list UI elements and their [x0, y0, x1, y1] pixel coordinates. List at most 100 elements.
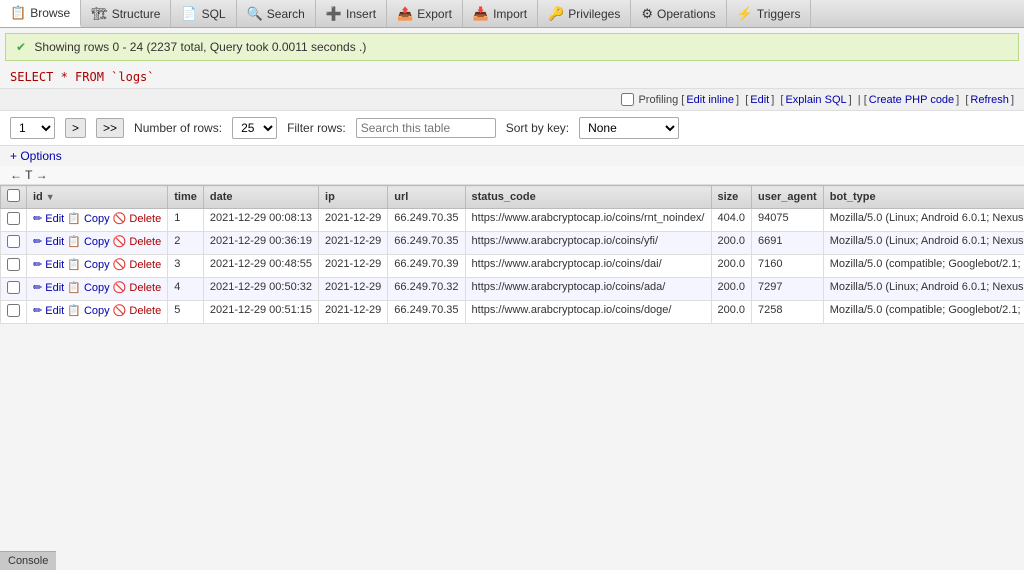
nav-import[interactable]: 📥 Import — [463, 0, 538, 27]
table-header-row: id▼ time date ip url status_code size us… — [1, 186, 1024, 209]
cell-url: https://www.arabcryptocap.io/coins/yfi/ — [465, 232, 711, 255]
cell-time: 2021-12-29 00:51:15 — [203, 301, 318, 324]
explain-sql-link[interactable]: Explain SQL — [785, 94, 846, 106]
edit-button[interactable]: ✏ Edit — [33, 212, 64, 225]
cell-date: 2021-12-29 — [319, 209, 388, 232]
table-row: ✏ Edit 📋 Copy 🚫 Delete 22021-12-29 00:36… — [1, 232, 1024, 255]
rows-label: Number of rows: — [134, 121, 222, 135]
header-id[interactable]: id▼ — [27, 186, 168, 209]
row-checkbox[interactable] — [7, 304, 20, 317]
nav-insert[interactable]: ➕ Insert — [316, 0, 387, 27]
row-actions: ✏ Edit 📋 Copy 🚫 Delete — [27, 278, 168, 301]
nav-structure[interactable]: 🏗 Structure — [81, 0, 171, 27]
sort-arrow-id: ▼ — [46, 192, 55, 202]
edit-button[interactable]: ✏ Edit — [33, 304, 64, 317]
cell-date: 2021-12-29 — [319, 255, 388, 278]
cell-url: https://www.arabcryptocap.io/coins/dai/ — [465, 255, 711, 278]
nav-privileges[interactable]: 🔑 Privileges — [538, 0, 631, 27]
header-size[interactable]: size — [711, 186, 752, 209]
delete-button[interactable]: 🚫 Delete — [113, 212, 162, 225]
row-checkbox[interactable] — [7, 235, 20, 248]
profiling-checkbox[interactable] — [621, 93, 634, 106]
delete-button[interactable]: 🚫 Delete — [113, 281, 162, 294]
edit-button[interactable]: ✏ Edit — [33, 235, 64, 248]
cell-user_agent: Mozilla/5.0 (Linux; Android 6.0.1; Nexus… — [823, 209, 1024, 232]
page-forward-btn[interactable]: > — [65, 118, 86, 138]
page-fast-forward-btn[interactable]: >> — [96, 118, 124, 138]
table-row: ✏ Edit 📋 Copy 🚫 Delete 32021-12-29 00:48… — [1, 255, 1024, 278]
cell-id: 1 — [168, 209, 204, 232]
cell-status_code: 200.0 — [711, 232, 752, 255]
header-url[interactable]: url — [388, 186, 465, 209]
cell-id: 2 — [168, 232, 204, 255]
cell-url: https://www.arabcryptocap.io/coins/ada/ — [465, 278, 711, 301]
edit-link[interactable]: Edit — [750, 94, 769, 106]
edit-inline-link[interactable]: Edit inline — [686, 94, 734, 106]
operations-icon: ⚙ — [641, 6, 653, 22]
nav-sql[interactable]: 📄 SQL — [171, 0, 236, 27]
cell-time: 2021-12-29 00:48:55 — [203, 255, 318, 278]
cell-size: 7258 — [752, 301, 824, 324]
left-arrow-icon: ← T → — [10, 168, 48, 182]
cell-time: 2021-12-29 00:50:32 — [203, 278, 318, 301]
insert-icon: ➕ — [326, 6, 342, 22]
cell-size: 94075 — [752, 209, 824, 232]
console-bar[interactable]: Console — [0, 551, 56, 570]
cell-status_code: 200.0 — [711, 255, 752, 278]
row-checkbox[interactable] — [7, 212, 20, 225]
copy-button[interactable]: 📋 Copy — [67, 258, 109, 271]
select-all-checkbox[interactable] — [7, 189, 20, 202]
header-ip[interactable]: ip — [319, 186, 388, 209]
nav-operations[interactable]: ⚙ Operations — [631, 0, 726, 27]
refresh-link[interactable]: Refresh — [970, 94, 1009, 106]
check-icon: ✔ — [16, 40, 26, 54]
cell-date: 2021-12-29 — [319, 232, 388, 255]
cell-status_code: 200.0 — [711, 301, 752, 324]
create-php-link[interactable]: Create PHP code — [869, 94, 954, 106]
header-user-agent[interactable]: user_agent — [752, 186, 824, 209]
rows-select[interactable]: 25 50 100 — [232, 117, 277, 139]
delete-button[interactable]: 🚫 Delete — [113, 258, 162, 271]
table-row: ✏ Edit 📋 Copy 🚫 Delete 12021-12-29 00:08… — [1, 209, 1024, 232]
cell-id: 4 — [168, 278, 204, 301]
sort-label: Sort by key: — [506, 121, 569, 135]
options-toggle[interactable]: + Options — [0, 146, 1024, 166]
filter-input[interactable] — [356, 118, 496, 138]
triggers-icon: ⚡ — [737, 6, 753, 22]
nav-export[interactable]: 📤 Export — [387, 0, 463, 27]
cell-ip: 66.249.70.32 — [388, 278, 465, 301]
nav-triggers[interactable]: ⚡ Triggers — [727, 0, 812, 27]
import-icon: 📥 — [473, 6, 489, 22]
cell-id: 3 — [168, 255, 204, 278]
nav-browse[interactable]: 📋 Browse — [0, 0, 81, 27]
page-select[interactable]: 1 — [10, 117, 55, 139]
profiling-label[interactable]: Profiling — [621, 93, 678, 106]
cell-time: 2021-12-29 00:08:13 — [203, 209, 318, 232]
header-time[interactable]: time — [168, 186, 204, 209]
edit-button[interactable]: ✏ Edit — [33, 258, 64, 271]
row-checkbox-cell — [1, 255, 27, 278]
header-status-code[interactable]: status_code — [465, 186, 711, 209]
copy-button[interactable]: 📋 Copy — [67, 281, 109, 294]
filter-label: Filter rows: — [287, 121, 346, 135]
export-icon: 📤 — [397, 6, 413, 22]
copy-button[interactable]: 📋 Copy — [67, 212, 109, 225]
row-actions: ✏ Edit 📋 Copy 🚫 Delete — [27, 209, 168, 232]
row-checkbox[interactable] — [7, 281, 20, 294]
nav-search[interactable]: 🔍 Search — [237, 0, 316, 27]
privileges-icon: 🔑 — [548, 6, 564, 22]
copy-button[interactable]: 📋 Copy — [67, 304, 109, 317]
copy-button[interactable]: 📋 Copy — [67, 235, 109, 248]
header-bot-type[interactable]: bot_type — [823, 186, 1024, 209]
cell-status_code: 404.0 — [711, 209, 752, 232]
cell-url: https://www.arabcryptocap.io/coins/rnt_n… — [465, 209, 711, 232]
table-body: ✏ Edit 📋 Copy 🚫 Delete 12021-12-29 00:08… — [1, 209, 1024, 324]
edit-button[interactable]: ✏ Edit — [33, 281, 64, 294]
header-date[interactable]: date — [203, 186, 318, 209]
cell-ip: 66.249.70.35 — [388, 209, 465, 232]
row-actions: ✏ Edit 📋 Copy 🚫 Delete — [27, 232, 168, 255]
delete-button[interactable]: 🚫 Delete — [113, 304, 162, 317]
row-checkbox[interactable] — [7, 258, 20, 271]
delete-button[interactable]: 🚫 Delete — [113, 235, 162, 248]
sort-select[interactable]: None — [579, 117, 679, 139]
